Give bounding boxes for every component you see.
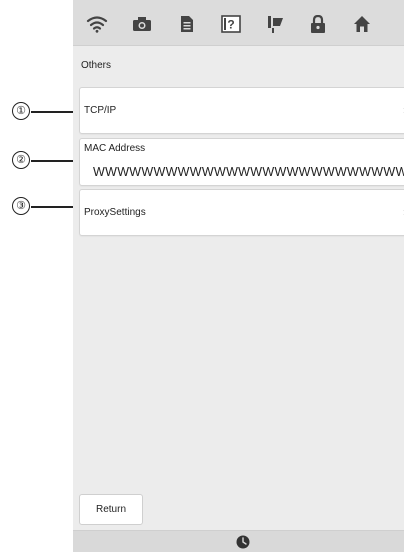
top-toolbar: ?	[73, 0, 404, 46]
callout-3: ③	[12, 197, 30, 215]
device-screen: ? Others TCP/IP ›	[73, 0, 404, 552]
proxy-settings-item[interactable]: ProxySettings ›	[79, 189, 404, 236]
callout-2-leader	[31, 160, 75, 162]
bottom-bar	[73, 530, 404, 552]
wifi-icon[interactable]	[85, 13, 109, 35]
mac-address-label: MAC Address	[84, 143, 146, 154]
tcp-ip-item[interactable]: TCP/IP ›	[79, 87, 404, 134]
help-icon[interactable]: ?	[219, 13, 243, 35]
home-icon[interactable]	[350, 13, 374, 35]
section-title: Others	[81, 60, 112, 71]
callout-1: ①	[12, 102, 30, 120]
return-button[interactable]: Return	[79, 494, 143, 525]
callout-1-leader	[31, 111, 75, 113]
sewing-icon[interactable]	[263, 13, 287, 35]
svg-text:?: ?	[227, 18, 234, 32]
mac-address-item: MAC Address WWWWWWWWWWWWWWWWWWWWWWWWWWWW…	[79, 138, 404, 186]
callout-2: ②	[12, 151, 30, 169]
camera-icon[interactable]	[130, 13, 154, 35]
document-icon[interactable]	[175, 13, 199, 35]
mac-address-value: WWWWWWWWWWWWWWWWWWWWWWWWWWWWWWWWWW	[93, 165, 404, 179]
proxy-settings-label: ProxySettings	[84, 207, 146, 218]
tcp-ip-label: TCP/IP	[84, 105, 117, 116]
lock-icon[interactable]	[306, 13, 330, 35]
callout-3-leader	[31, 206, 75, 208]
clock-icon[interactable]	[236, 535, 250, 549]
